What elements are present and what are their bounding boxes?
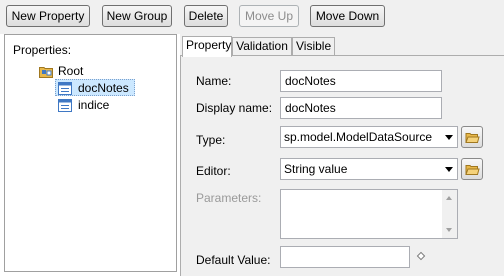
tab-property[interactable]: Property <box>182 36 232 57</box>
delete-button[interactable]: Delete <box>184 5 228 27</box>
editor-browse-button[interactable] <box>461 158 483 180</box>
name-label: Name: <box>196 74 232 88</box>
type-select[interactable]: sp.model.ModelDataSource <box>280 126 458 148</box>
tree-item-indice[interactable]: indice <box>56 97 126 114</box>
properties-tree-title: Properties: <box>13 43 72 57</box>
open-folder-icon <box>465 133 480 143</box>
name-field[interactable]: docNotes <box>280 70 442 92</box>
type-select-value: sp.model.ModelDataSource <box>284 130 433 144</box>
tree-item-docnotes-label: docNotes <box>78 81 129 95</box>
move-down-button[interactable]: Move Down <box>310 5 385 27</box>
chevron-down-icon <box>445 167 453 172</box>
tab-visible[interactable]: Visible <box>292 37 335 56</box>
display-name-field[interactable]: docNotes <box>280 97 442 119</box>
default-value-field[interactable] <box>280 246 410 268</box>
editor-select[interactable]: String value <box>280 158 458 180</box>
tree-item-indice-label: indice <box>78 98 110 112</box>
display-name-label: Display name: <box>196 101 273 115</box>
tab-validation[interactable]: Validation <box>232 37 292 56</box>
move-up-button[interactable]: Move Up <box>239 5 299 27</box>
editor-label: Editor: <box>196 164 231 178</box>
tree-item-docnotes[interactable]: docNotes <box>55 79 135 96</box>
diamond-icon <box>416 251 426 261</box>
default-value-label: Default Value: <box>196 253 271 267</box>
editor-select-value: String value <box>284 162 348 176</box>
parameters-scrollbar[interactable] <box>442 190 457 238</box>
new-property-button[interactable]: New Property <box>6 5 90 27</box>
property-item-icon <box>58 82 72 95</box>
chevron-down-icon <box>445 135 453 140</box>
parameters-label: Parameters: <box>196 191 262 205</box>
open-folder-icon <box>465 165 480 175</box>
type-label: Type: <box>196 133 226 147</box>
property-item-icon <box>58 99 72 112</box>
toolbar: New Property New Group Delete Move Up Mo… <box>0 0 504 34</box>
property-editor-panel: Property Validation Visible Name: docNot… <box>180 34 504 276</box>
properties-tree-panel: Properties: Root docNotes indice <box>4 34 177 272</box>
tree-node-root[interactable]: Root <box>39 63 99 80</box>
type-browse-button[interactable] <box>461 126 483 148</box>
scroll-up-arrow-icon[interactable] <box>446 196 452 200</box>
property-tab-page: Name: docNotes Display name: docNotes Ty… <box>180 55 504 276</box>
new-group-button[interactable]: New Group <box>102 5 172 27</box>
scroll-down-arrow-icon[interactable] <box>446 228 452 232</box>
folder-tree-icon <box>39 65 53 78</box>
tree-node-root-label: Root <box>58 64 84 78</box>
parameters-textarea[interactable] <box>280 189 458 239</box>
